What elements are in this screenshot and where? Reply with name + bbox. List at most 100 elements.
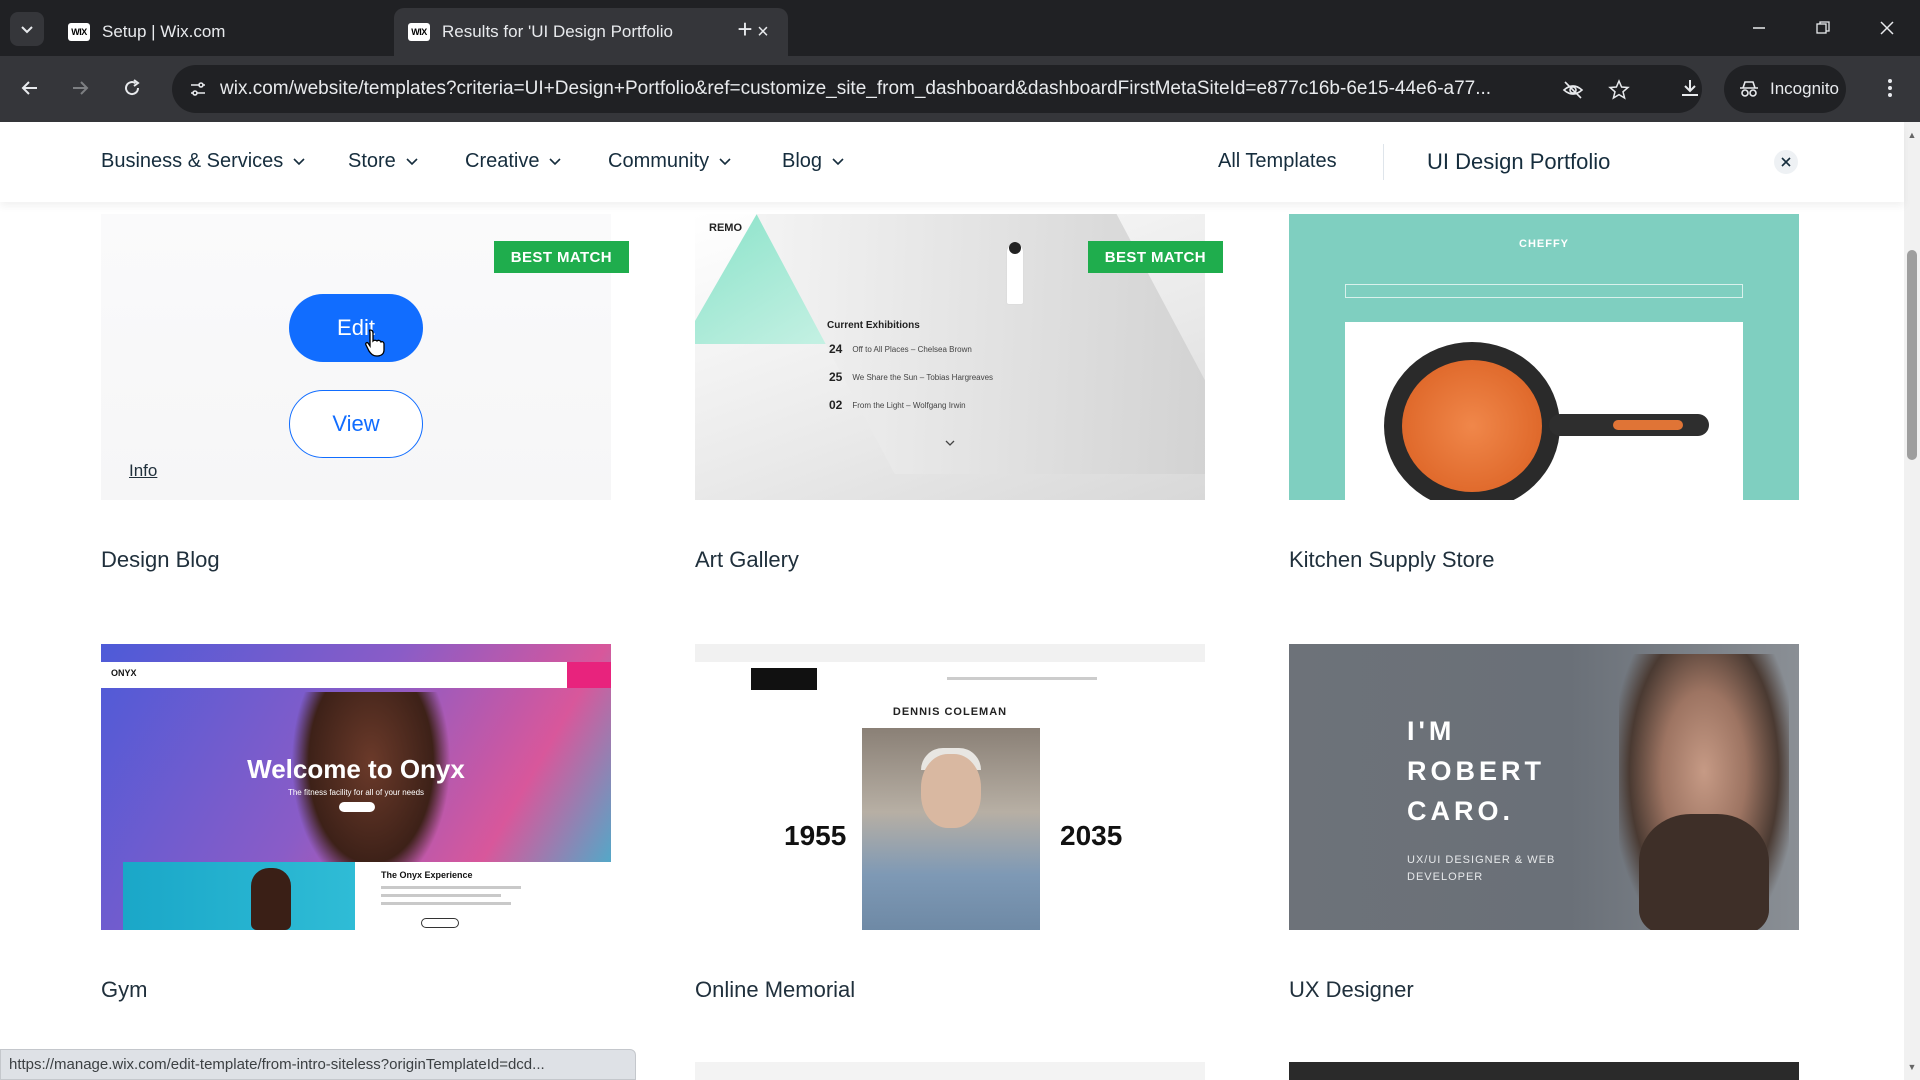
preview-row-text: From the Light – Wolfgang Irwin (852, 400, 966, 410)
preview-logo: ONYX (111, 668, 137, 678)
forward-icon[interactable] (62, 70, 98, 106)
search-query-text[interactable]: UI Design Portfolio (1427, 149, 1610, 175)
nav-label: Creative (465, 150, 540, 172)
portrait-image (921, 754, 981, 828)
nav-label: Store (348, 150, 396, 172)
preview-row-day: 25 (829, 370, 843, 384)
chevron-down-icon (293, 157, 305, 165)
tab-setup[interactable]: WIX Setup | Wix.com × (54, 8, 448, 56)
template-thumbnail[interactable]: DENNIS COLEMAN 1955 2035 (695, 644, 1205, 930)
runner-image (123, 862, 355, 930)
template-title: UX Designer (1289, 977, 1414, 1002)
birth-year: 1955 (784, 820, 847, 851)
minimize-icon[interactable] (1736, 10, 1782, 46)
chevron-down-icon (406, 157, 418, 165)
page-scrollbar[interactable]: ▲ ▼ (1904, 122, 1920, 1080)
bookmark-star-icon[interactable] (1604, 75, 1634, 105)
chevron-down-icon (719, 157, 731, 165)
new-tab-icon[interactable]: + (730, 14, 760, 44)
restore-icon[interactable] (1800, 10, 1846, 46)
reload-icon[interactable] (114, 70, 150, 106)
template-card-partial[interactable] (1289, 1062, 1799, 1080)
browser-toolbar: wix.com/website/templates?criteria=UI+De… (0, 56, 1920, 122)
runner-image (251, 868, 291, 930)
download-icon[interactable] (1672, 70, 1708, 106)
browser-tab-bar: WIX Setup | Wix.com × WIX Results for 'U… (0, 0, 1920, 56)
preview-text-line (381, 902, 511, 905)
preview-row: 02 From the Light – Wolfgang Irwin (829, 398, 966, 412)
preview-row: 24 Off to All Places – Chelsea Brown (829, 342, 972, 356)
menu-dots-icon[interactable] (1872, 70, 1908, 106)
template-thumbnail[interactable]: CHEFFY (1289, 214, 1799, 500)
mouse-pointer-icon (365, 329, 385, 357)
url-text[interactable]: wix.com/website/templates?criteria=UI+De… (220, 78, 1560, 100)
eye-slash-icon[interactable] (1558, 75, 1588, 105)
site-info-icon[interactable] (182, 73, 214, 105)
template-title: Gym (101, 977, 148, 1002)
nav-business-services[interactable]: Business & Services (101, 150, 305, 173)
best-match-badge: BEST MATCH (493, 241, 629, 273)
template-title: Art Gallery (695, 547, 799, 572)
tab-title: Results for 'UI Design Portfolio (442, 22, 673, 41)
wix-favicon-icon: WIX (408, 23, 430, 41)
nav-label: Business & Services (101, 150, 284, 172)
preview-button (567, 662, 611, 688)
nav-community[interactable]: Community (608, 150, 731, 173)
preview-heading: I'M (1407, 716, 1456, 746)
incognito-icon (1740, 81, 1758, 97)
template-title: Design Blog (101, 547, 220, 572)
chevron-down-icon (832, 157, 844, 165)
template-card-partial[interactable] (695, 1062, 1205, 1080)
preview-text-line (381, 894, 501, 897)
preview-logo: CHEFFY (1519, 238, 1569, 250)
all-templates-link[interactable]: All Templates (1218, 150, 1337, 173)
nav-creative[interactable]: Creative (465, 150, 562, 173)
template-thumbnail[interactable]: ONYX Welcome to Onyx The fitness facilit… (101, 644, 611, 930)
chevron-down-icon (21, 26, 33, 34)
tab-results[interactable]: WIX Results for 'UI Design Portfolio × (394, 8, 788, 56)
nav-store[interactable]: Store (348, 150, 418, 173)
clear-search-button[interactable] (1774, 150, 1798, 174)
incognito-indicator[interactable]: Incognito (1724, 65, 1846, 113)
chevron-down-icon (549, 157, 562, 165)
chevron-down-icon (945, 440, 955, 446)
preview-subheading: The fitness facility for all of your nee… (287, 788, 425, 797)
wix-favicon-icon: WIX (68, 23, 90, 41)
preview-button (421, 918, 459, 928)
scroll-up-icon[interactable]: ▲ (1907, 130, 1917, 140)
close-icon (1781, 157, 1791, 167)
back-icon[interactable] (12, 70, 48, 106)
preview-topbar (695, 644, 1205, 662)
pan-image (1613, 420, 1683, 430)
template-title: Online Memorial (695, 977, 856, 1002)
nav-label: Community (608, 150, 710, 172)
portrait-image (1639, 814, 1769, 930)
preview-heading: Welcome to Onyx (247, 754, 465, 784)
tab-search-button[interactable] (10, 12, 44, 46)
preview-logo (751, 668, 817, 690)
template-category-nav: Business & Services Store Creative Commu… (0, 122, 1904, 202)
close-window-icon[interactable] (1864, 10, 1910, 46)
preview-nav (101, 662, 611, 688)
view-button[interactable]: View (289, 390, 423, 458)
scroll-down-icon[interactable]: ▼ (1907, 1062, 1917, 1072)
preview-heading: DENNIS COLEMAN (892, 706, 1008, 718)
nav-label: Blog (782, 150, 823, 172)
edit-button[interactable]: Edit (289, 294, 423, 362)
preview-text-line (381, 886, 521, 889)
template-title: Kitchen Supply Store (1289, 547, 1495, 572)
scrollbar-thumb[interactable] (1907, 250, 1917, 460)
preview-heading: Current Exhibitions (827, 320, 920, 331)
nav-blog[interactable]: Blog (782, 150, 844, 173)
preview-heading: CARO. (1407, 796, 1514, 826)
info-link[interactable]: Info (129, 461, 157, 481)
preview-subheading: UX/UI DESIGNER & WEB DEVELOPER (1407, 854, 1556, 883)
preview-nav (1345, 284, 1743, 298)
nav-divider (1383, 144, 1384, 180)
pan-image (1402, 360, 1542, 492)
incognito-label: Incognito (1770, 79, 1839, 98)
template-thumbnail[interactable]: I'M ROBERT CARO. UX/UI DESIGNER & WEB DE… (1289, 644, 1799, 930)
preview-row-text: We Share the Sun – Tobias Hargreaves (852, 372, 994, 382)
address-bar[interactable]: wix.com/website/templates?criteria=UI+De… (172, 65, 1702, 113)
best-match-badge: BEST MATCH (1087, 241, 1223, 273)
